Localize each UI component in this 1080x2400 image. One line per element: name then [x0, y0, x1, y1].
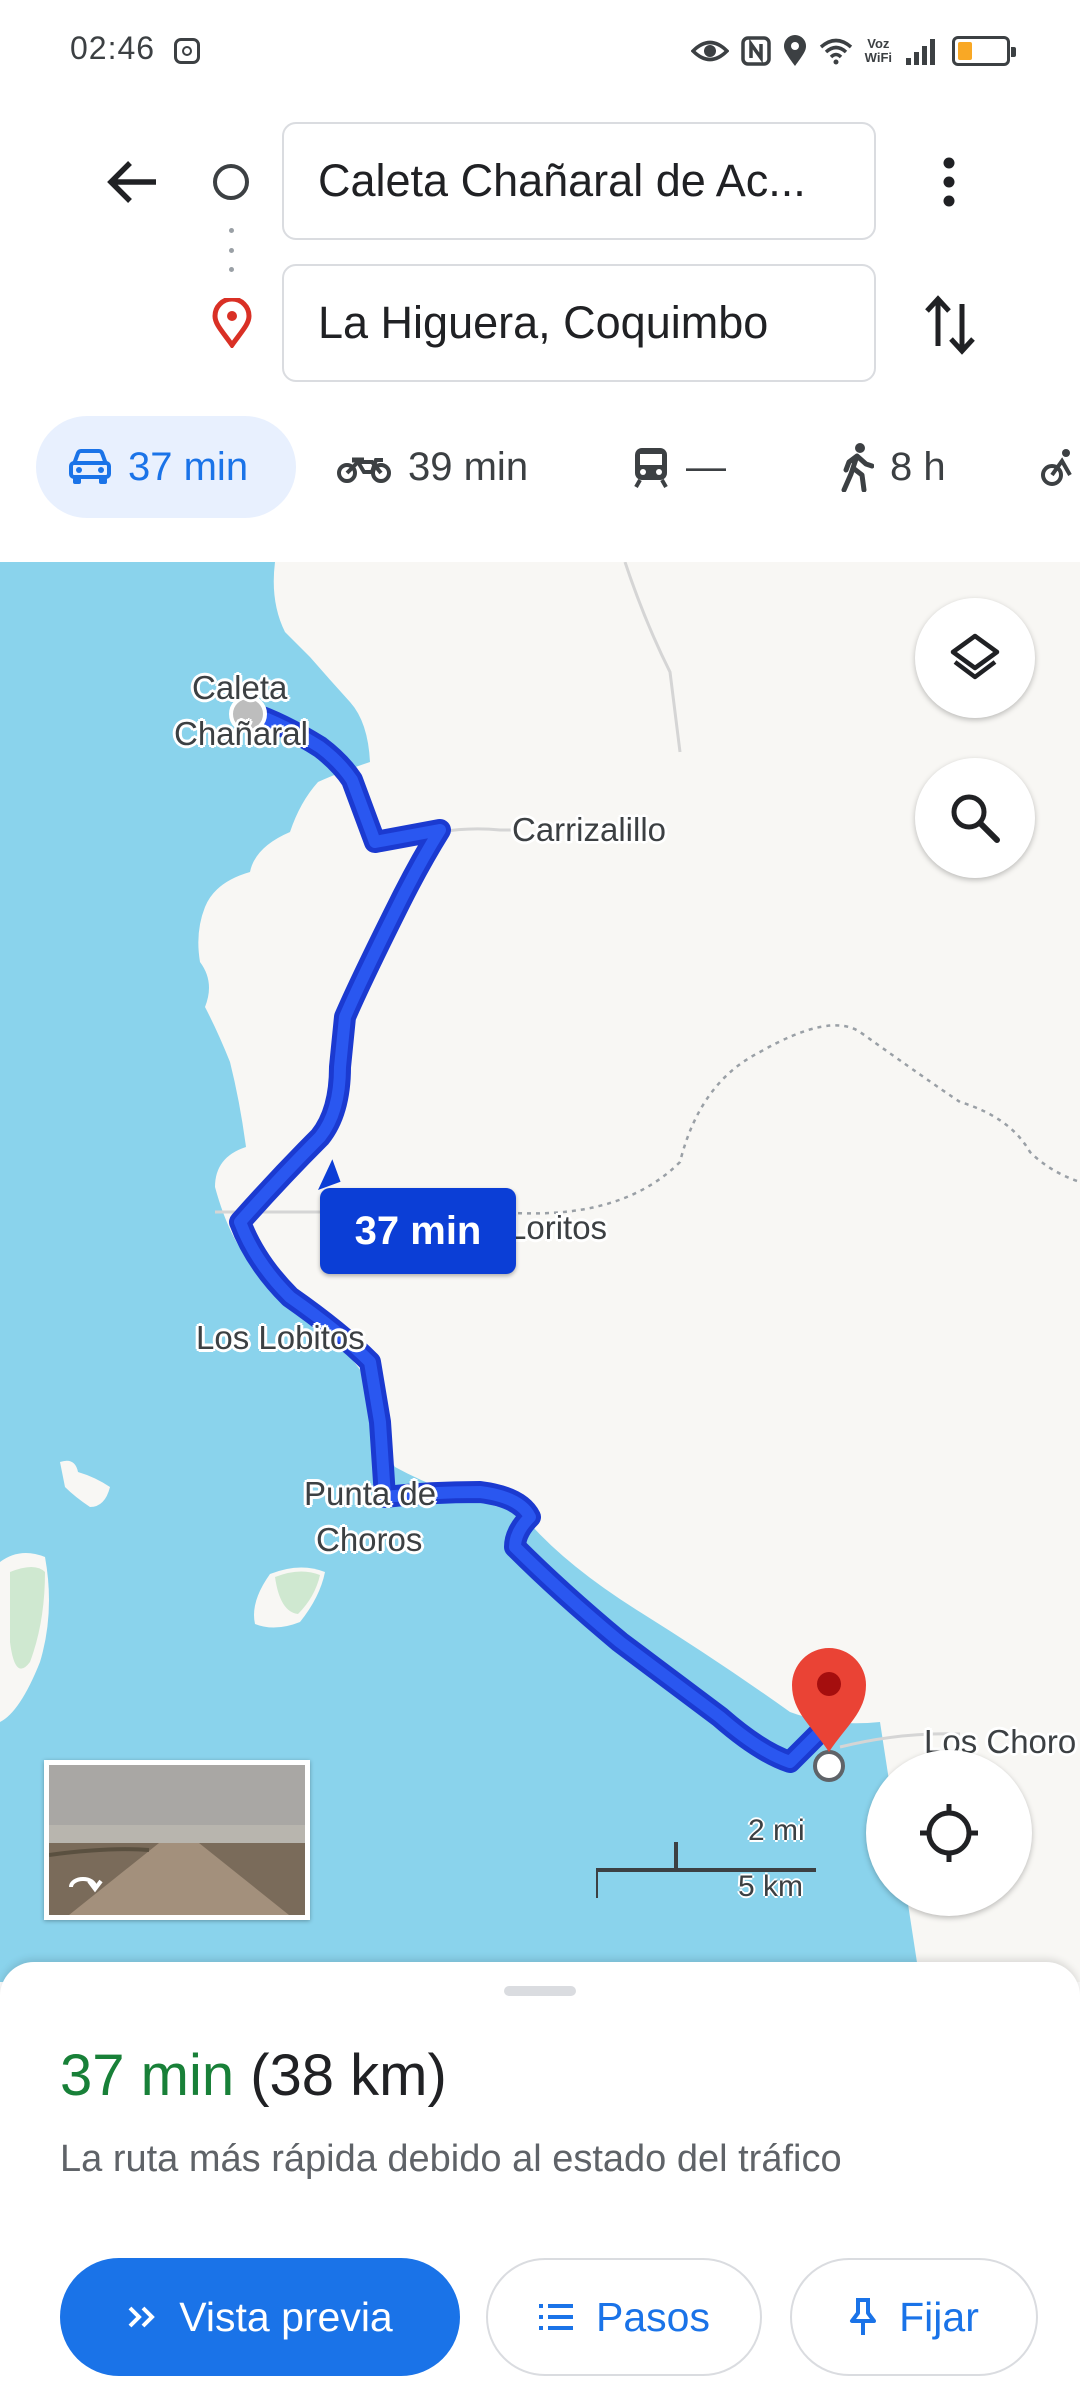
- mode-bicycle-tab[interactable]: [1040, 416, 1080, 518]
- origin-marker-icon: [213, 164, 249, 200]
- sheet-drag-handle[interactable]: [504, 1986, 576, 1996]
- street-view-image: [49, 1765, 305, 1915]
- place-label-punta-de: Punta de: [304, 1475, 437, 1512]
- route-end-circle: [813, 1750, 845, 1782]
- mode-driving-label: 37 min: [128, 444, 249, 489]
- mode-driving-tab[interactable]: 37 min: [36, 416, 296, 518]
- route-description: La ruta más rápida debido al estado del …: [60, 2138, 842, 2180]
- search-icon: [951, 794, 1000, 843]
- mode-motorcycle-label: 39 min: [408, 444, 529, 489]
- arrow-back-icon: [107, 161, 156, 203]
- list-icon: [539, 2304, 574, 2330]
- map-view[interactable]: Caleta Chañaral Carrizalillo Loritos Los…: [0, 562, 1080, 1982]
- nfc-icon: [740, 36, 771, 66]
- my-location-button[interactable]: [866, 1750, 1032, 1916]
- status-icons: Voz WiFi: [690, 28, 1016, 74]
- more-vert-icon: [943, 157, 955, 207]
- battery-fill: [958, 42, 972, 60]
- place-label-chanaral: Chañaral: [174, 715, 308, 752]
- route-summary: 37 min (38 km): [60, 2042, 447, 2109]
- swap-vert-icon: [925, 295, 975, 355]
- preview-button[interactable]: Vista previa: [60, 2258, 460, 2376]
- battery-tip: [1011, 47, 1016, 57]
- walk-icon: [841, 443, 874, 492]
- route-summary-sheet[interactable]: 37 min (38 km) La ruta más rápida debido…: [0, 1962, 1080, 2400]
- street-view-thumbnail[interactable]: [44, 1760, 310, 1920]
- eye-icon: [690, 40, 729, 62]
- car-icon: [69, 449, 111, 484]
- place-label-carrizalillo: Carrizalillo: [512, 811, 667, 848]
- signal-icon: [906, 39, 935, 65]
- steps-button[interactable]: Pasos: [486, 2258, 762, 2376]
- route-duration: 37 min: [60, 2043, 235, 2108]
- wifi-icon: [819, 38, 852, 65]
- pin-button-label: Fijar: [899, 2293, 979, 2340]
- more-options-button[interactable]: [920, 150, 978, 214]
- mode-transit-label: —: [686, 444, 726, 489]
- wifi-label: WiFi: [864, 50, 892, 65]
- road-carrizalillo: [439, 827, 520, 834]
- place-label-caleta: Caleta: [192, 669, 288, 706]
- battery-icon: [952, 36, 1016, 66]
- pushpin-icon: [850, 2298, 877, 2335]
- scale-metric: 5 km: [738, 1870, 804, 1903]
- scale-imperial: 2 mi: [748, 1814, 805, 1847]
- motorcycle-icon: [337, 457, 391, 483]
- travel-mode-tabs: 37 min 39 min — 8 h: [0, 416, 1080, 518]
- origin-input[interactable]: Caleta Chañaral de Ac...: [282, 122, 876, 240]
- swap-button[interactable]: [918, 290, 982, 360]
- preview-button-label: Vista previa: [179, 2293, 393, 2340]
- mode-walking-label: 8 h: [890, 444, 946, 489]
- route-duration-bubble[interactable]: 37 min: [320, 1188, 516, 1274]
- bike-icon: [1041, 449, 1072, 486]
- place-label-choros: Choros: [316, 1521, 423, 1558]
- destination-input[interactable]: La Higuera, Coquimbo: [282, 264, 876, 382]
- road-north: [623, 562, 682, 753]
- map-scale: 2 mi 5 km: [596, 1814, 816, 1924]
- layers-button[interactable]: [915, 598, 1035, 718]
- my-location-icon: [920, 1804, 978, 1862]
- route-dots-icon: [227, 228, 235, 272]
- region-boundary: [499, 1024, 1080, 1215]
- transit-icon: [634, 448, 668, 488]
- place-label-loritos: Loritos: [508, 1209, 608, 1246]
- back-button[interactable]: [100, 150, 164, 214]
- double-chevron-icon: [128, 2306, 156, 2328]
- mode-motorcycle-tab[interactable]: 39 min: [336, 416, 528, 518]
- place-label-los-lobitos: Los Lobitos: [196, 1319, 365, 1356]
- mode-transit-tab[interactable]: —: [632, 416, 726, 518]
- destination-pin-icon: [212, 298, 252, 348]
- location-icon: [783, 35, 806, 66]
- mode-walking-tab[interactable]: 8 h: [840, 416, 946, 518]
- voz-label: Voz: [867, 36, 890, 51]
- pin-button[interactable]: Fijar: [790, 2258, 1038, 2376]
- voz-wifi-indicator: Voz WiFi: [865, 37, 892, 65]
- steps-button-label: Pasos: [596, 2293, 710, 2340]
- status-time: 02:46: [70, 30, 156, 66]
- camera-icon: [174, 38, 200, 64]
- layers-icon: [950, 633, 1000, 680]
- status-bar: 02:46 Voz WiFi: [0, 0, 1080, 100]
- route-distance: (38 km): [250, 2043, 447, 2108]
- search-along-route-button[interactable]: [915, 758, 1035, 878]
